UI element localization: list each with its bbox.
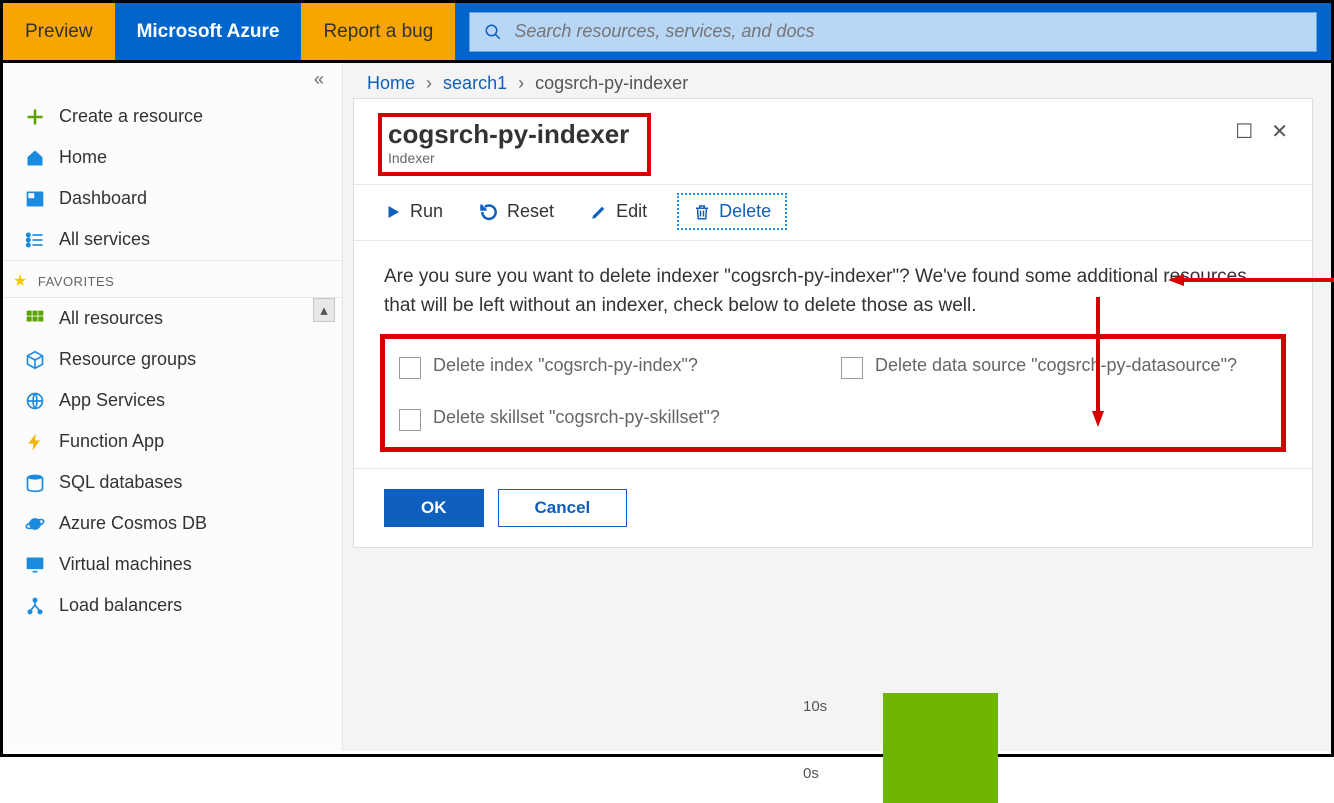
dashboard-icon: [25, 189, 45, 209]
toolbar: Run Reset Edit Delete: [354, 184, 1312, 241]
sidebar-item-label: Virtual machines: [59, 554, 192, 575]
dialog-actions: OK Cancel: [354, 468, 1312, 527]
confirm-message: Are you sure you want to delete indexer …: [354, 241, 1312, 324]
sidebar-item-label: SQL databases: [59, 472, 182, 493]
report-bug-button[interactable]: Report a bug: [301, 3, 455, 60]
panel-title: cogsrch-py-indexer: [388, 119, 629, 150]
edit-button[interactable]: Edit: [584, 197, 653, 226]
sidebar-item-label: Load balancers: [59, 595, 182, 616]
search-wrap: [455, 3, 1331, 60]
option-label: Delete index "cogsrch-py-index"?: [433, 355, 698, 376]
chart-y-ticks: 10s 0s: [803, 698, 827, 782]
delete-options: Delete index "cogsrch-py-index"? Delete …: [380, 334, 1286, 452]
scroll-up-button[interactable]: ▴: [313, 298, 335, 322]
play-icon: [384, 203, 402, 221]
checkbox[interactable]: [399, 409, 421, 431]
option-label: Delete data source "cogsrch-py-datasourc…: [875, 355, 1237, 376]
database-icon: [25, 473, 45, 493]
sidebar-item-sql-databases[interactable]: SQL databases: [3, 462, 342, 503]
main-content: Home › search1 › cogsrch-py-indexer cogs…: [343, 63, 1331, 751]
sidebar-item-resource-groups[interactable]: Resource groups: [3, 339, 342, 380]
sidebar-item-label: Azure Cosmos DB: [59, 513, 207, 534]
search-icon: [484, 23, 502, 41]
sidebar-item-dashboard[interactable]: Dashboard: [3, 178, 342, 219]
star-icon: ★: [13, 271, 28, 291]
sidebar-item-function-app[interactable]: Function App: [3, 421, 342, 462]
global-search[interactable]: [469, 12, 1317, 52]
chart-bar-icon: [883, 693, 998, 803]
panel-subtitle: Indexer: [388, 150, 629, 166]
sidebar-item-label: Function App: [59, 431, 164, 452]
plus-icon: [25, 107, 45, 127]
favorites-header: ★ FAVORITES: [3, 260, 342, 298]
reset-button[interactable]: Reset: [473, 197, 560, 226]
option-delete-index[interactable]: Delete index "cogsrch-py-index"?: [399, 355, 825, 379]
sidebar-item-label: All resources: [59, 308, 163, 329]
favorites-label: FAVORITES: [38, 274, 115, 289]
search-input[interactable]: [514, 21, 1302, 42]
sidebar-item-virtual-machines[interactable]: Virtual machines: [3, 544, 342, 585]
breadcrumb-separator: ›: [426, 73, 432, 93]
option-delete-datasource[interactable]: Delete data source "cogsrch-py-datasourc…: [841, 355, 1267, 379]
option-label: Delete skillset "cogsrch-py-skillset"?: [433, 407, 720, 428]
globe-icon: [25, 391, 45, 411]
sidebar-item-label: Dashboard: [59, 188, 147, 209]
pencil-icon: [590, 203, 608, 221]
breadcrumb-current: cogsrch-py-indexer: [535, 73, 688, 93]
planet-icon: [25, 514, 45, 534]
sidebar-item-label: Home: [59, 147, 107, 168]
sidebar-item-label: Resource groups: [59, 349, 196, 370]
close-icon[interactable]: ✕: [1271, 119, 1288, 144]
sidebar-item-load-balancers[interactable]: Load balancers: [3, 585, 342, 626]
run-button[interactable]: Run: [378, 197, 449, 226]
collapse-sidebar-button[interactable]: «: [3, 63, 342, 96]
cancel-button[interactable]: Cancel: [498, 489, 628, 527]
sidebar-item-label: Create a resource: [59, 106, 203, 127]
list-icon: [25, 230, 45, 250]
cube-icon: [25, 350, 45, 370]
sidebar-item-app-services[interactable]: App Services: [3, 380, 342, 421]
preview-badge: Preview: [3, 3, 115, 60]
breadcrumb-search[interactable]: search1: [443, 73, 507, 93]
sidebar-item-all-resources[interactable]: All resources: [3, 298, 342, 339]
sidebar-item-home[interactable]: Home: [3, 137, 342, 178]
grid-icon: [25, 309, 45, 329]
lightning-icon: [25, 432, 45, 452]
sidebar-item-create-resource[interactable]: Create a resource: [3, 96, 342, 137]
sidebar-item-all-services[interactable]: All services: [3, 219, 342, 260]
home-icon: [25, 148, 45, 168]
topbar: Preview Microsoft Azure Report a bug: [3, 3, 1331, 63]
sidebar: « Create a resource Home Dashboard All s…: [3, 63, 343, 751]
sidebar-item-label: All services: [59, 229, 150, 250]
brand-label[interactable]: Microsoft Azure: [115, 3, 302, 60]
delete-button[interactable]: Delete: [677, 193, 787, 230]
option-delete-skillset[interactable]: Delete skillset "cogsrch-py-skillset"?: [399, 407, 825, 431]
monitor-icon: [25, 555, 45, 575]
trash-icon: [693, 203, 711, 221]
ok-button[interactable]: OK: [384, 489, 484, 527]
sidebar-item-cosmos-db[interactable]: Azure Cosmos DB: [3, 503, 342, 544]
panel: cogsrch-py-indexer Indexer ☐ ✕ Run Reset: [353, 98, 1313, 548]
checkbox[interactable]: [399, 357, 421, 379]
panel-title-box: cogsrch-py-indexer Indexer: [378, 113, 651, 176]
breadcrumb-home[interactable]: Home: [367, 73, 415, 93]
reset-icon: [479, 202, 499, 222]
checkbox[interactable]: [841, 357, 863, 379]
balance-icon: [25, 596, 45, 616]
breadcrumb-separator: ›: [518, 73, 524, 93]
maximize-icon[interactable]: ☐: [1235, 119, 1253, 144]
sidebar-item-label: App Services: [59, 390, 165, 411]
breadcrumb: Home › search1 › cogsrch-py-indexer: [343, 63, 1331, 98]
